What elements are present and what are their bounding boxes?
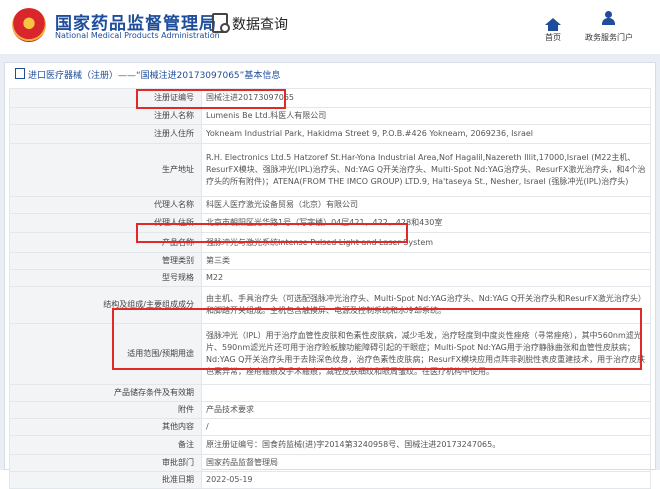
- list-icon: [15, 68, 25, 79]
- row-label: 审批部门: [9, 454, 202, 472]
- row-value: 由主机、手具治疗头（可选配强脉冲光治疗头、Multi-Spot Nd:YAG治疗…: [201, 286, 651, 324]
- table-row: 其他内容 /: [9, 418, 651, 436]
- row-value: /: [201, 418, 651, 436]
- row-value: R.H. Electronics Ltd.5 Hatzoref St.Har-Y…: [201, 143, 651, 197]
- nav-portal-link[interactable]: 政务服务门户: [582, 10, 636, 43]
- people-icon: [601, 11, 617, 25]
- row-value: 2022-05-19: [201, 471, 651, 489]
- row-label: 管理类别: [9, 252, 202, 270]
- table-row: 审批部门 国家药品监督管理局: [9, 454, 651, 472]
- row-label: 代理人住所: [9, 213, 202, 233]
- row-value: Lumenis Be Ltd.科医人有限公司: [201, 107, 651, 125]
- row-value: 北京市朝阳区光华路1号（写字楼）04层421、422、428和430室: [201, 213, 651, 233]
- row-value: 科医人医疗激光设备贸易（北京）有限公司: [201, 196, 651, 214]
- nav-home-link[interactable]: 首页: [536, 10, 570, 43]
- table-row: 备注 原注册证编号：国食药监械(进)字2014第3240958号、国械注进2017…: [9, 435, 651, 455]
- row-value: M22: [201, 269, 651, 287]
- nav-portal-label: 政务服务门户: [585, 33, 633, 42]
- table-row: 适用范围/预期用途 强脉冲光（IPL）用于治疗血管性皮肤和色素性皮肤病，减少毛发，…: [9, 323, 651, 385]
- table-row: 注册人住所 Yokneam Industrial Park, Hakidma St…: [9, 124, 651, 144]
- section-title: 数据查询: [232, 17, 288, 33]
- table-row: 批准日期 2022-05-19: [9, 471, 651, 489]
- row-value: 国械注进20173097065: [201, 88, 651, 108]
- breadcrumb: 进口医疗器械（注册）——“国械注进20173097065”基本信息: [15, 68, 280, 82]
- table-row: 注册证编号 国械注进20173097065: [9, 88, 651, 108]
- site-header: 国家药品监督管理局 National Medical Products Admi…: [0, 0, 660, 54]
- table-row: 产品储存条件及有效期: [9, 384, 651, 402]
- table-row: 附件 产品技术要求: [9, 401, 651, 419]
- registration-info-table: 注册证编号 国械注进20173097065 注册人名称 Lumenis Be Ltd…: [9, 88, 651, 489]
- site-title-en[interactable]: National Medical Products Administration: [55, 31, 220, 40]
- row-label: 生产地址: [9, 143, 202, 197]
- table-row: 生产地址 R.H. Electronics Ltd.5 Hatzoref St.H…: [9, 143, 651, 197]
- row-label: 备注: [9, 435, 202, 455]
- row-label: 产品储存条件及有效期: [9, 384, 202, 402]
- row-label: 代理人名称: [9, 196, 202, 214]
- row-label: 附件: [9, 401, 202, 419]
- document-search-icon: [212, 13, 230, 33]
- row-label: 注册人名称: [9, 107, 202, 125]
- row-label: 注册人住所: [9, 124, 202, 144]
- row-value: Yokneam Industrial Park, Hakidma Street …: [201, 124, 651, 144]
- row-value: 强脉冲光（IPL）用于治疗血管性皮肤和色素性皮肤病，减少毛发，治疗轻度到中度炎性…: [201, 323, 651, 385]
- table-row: 产品名称 强脉冲光与激光系统Intense Pulsed Light and La…: [9, 232, 651, 253]
- row-label: 其他内容: [9, 418, 202, 436]
- row-value: 第三类: [201, 252, 651, 270]
- nav-home-label: 首页: [545, 33, 561, 42]
- row-value: 强脉冲光与激光系统Intense Pulsed Light and Laser …: [201, 232, 651, 253]
- row-label: 结构及组成/主要组成成分: [9, 286, 202, 324]
- row-value: [201, 384, 651, 402]
- table-row: 型号规格 M22: [9, 269, 651, 287]
- table-row: 注册人名称 Lumenis Be Ltd.科医人有限公司: [9, 107, 651, 125]
- home-icon: [545, 18, 561, 31]
- detail-panel: 进口医疗器械（注册）——“国械注进20173097065”基本信息 注册证编号国…: [4, 62, 656, 489]
- row-label: 批准日期: [9, 471, 202, 489]
- national-emblem-logo[interactable]: [12, 8, 46, 42]
- table-row: 代理人住所 北京市朝阳区光华路1号（写字楼）04层421、422、428和430室: [9, 213, 651, 233]
- row-label: 适用范围/预期用途: [9, 323, 202, 385]
- table-row: 结构及组成/主要组成成分 由主机、手具治疗头（可选配强脉冲光治疗头、Multi-S…: [9, 286, 651, 324]
- breadcrumb-text: 进口医疗器械（注册）——“国械注进20173097065”基本信息: [28, 71, 281, 81]
- row-value: 原注册证编号：国食药监械(进)字2014第3240958号、国械注进201732…: [201, 435, 651, 455]
- row-value: 产品技术要求: [201, 401, 651, 419]
- table-row: 代理人名称 科医人医疗激光设备贸易（北京）有限公司: [9, 196, 651, 214]
- table-row: 管理类别 第三类: [9, 252, 651, 270]
- row-value: 国家药品监督管理局: [201, 454, 651, 472]
- row-label: 注册证编号: [9, 88, 202, 108]
- row-label: 型号规格: [9, 269, 202, 287]
- row-label: 产品名称: [9, 232, 202, 253]
